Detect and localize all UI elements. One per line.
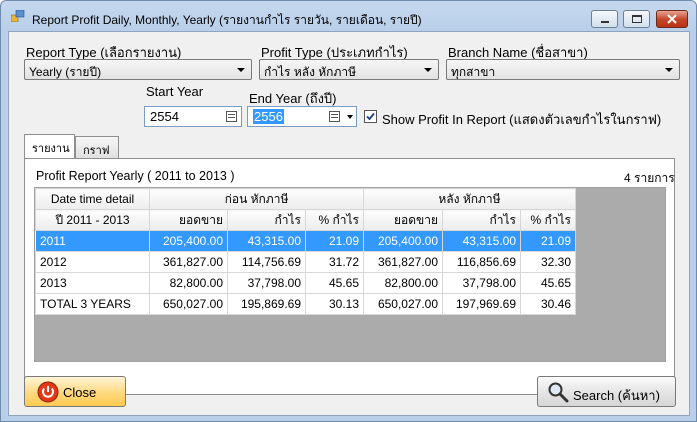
chevron-down-icon — [424, 68, 432, 72]
search-button[interactable]: Search (ค้นหา) — [537, 376, 676, 407]
show-profit-checkbox[interactable] — [364, 110, 377, 123]
tab-graph[interactable]: กราฟ — [75, 136, 119, 158]
table-cell[interactable]: 2012 — [35, 251, 150, 273]
end-year-value: 2556 — [253, 109, 284, 124]
table-cell[interactable]: 43,315.00 — [227, 230, 306, 252]
close-window-button[interactable] — [656, 10, 688, 28]
start-year-value: 2554 — [150, 109, 179, 124]
calendar-icon[interactable] — [226, 111, 237, 122]
chevron-down-icon — [237, 68, 245, 72]
table-row-total[interactable]: TOTAL 3 YEARS 650,027.00 195,869.69 30.1… — [35, 293, 576, 315]
close-button-label: Close — [63, 385, 97, 400]
maximize-button[interactable] — [623, 10, 650, 28]
table-cell[interactable]: 82,800.00 — [363, 272, 443, 294]
start-year-label: Start Year — [146, 84, 204, 99]
end-year-picker[interactable]: 2556 — [247, 106, 357, 127]
minimize-icon — [601, 21, 609, 23]
table-cell[interactable]: 45.65 — [520, 272, 576, 294]
group-header-before-tax: ก่อน หักภาษี — [149, 188, 364, 210]
table-cell[interactable]: 205,400.00 — [149, 230, 228, 252]
group-header-date: Date time detail — [35, 188, 150, 210]
table-cell[interactable]: 30.13 — [305, 293, 364, 315]
chevron-down-icon[interactable] — [347, 115, 353, 119]
column-header[interactable]: กำไร — [442, 209, 521, 231]
branch-name-value: ทุกสาขา — [451, 65, 496, 79]
table-cell[interactable]: 195,869.69 — [227, 293, 306, 315]
start-year-picker[interactable]: 2554 — [144, 106, 242, 127]
table-cell[interactable]: 43,315.00 — [442, 230, 521, 252]
group-header-row: Date time detail ก่อน หักภาษี หลัง หักภา… — [35, 188, 576, 210]
table-cell[interactable]: TOTAL 3 YEARS — [35, 293, 150, 315]
close-button[interactable]: Close — [24, 376, 126, 407]
table-cell[interactable]: 114,756.69 — [227, 251, 306, 273]
table-cell[interactable]: 21.09 — [305, 230, 364, 252]
report-type-combo[interactable]: Yearly (รายปี) — [24, 59, 252, 80]
table-row[interactable]: 2013 82,800.00 37,798.00 45.65 82,800.00… — [35, 272, 576, 294]
table-cell[interactable]: 37,798.00 — [227, 272, 306, 294]
table-cell[interactable]: 32.30 — [520, 251, 576, 273]
tab-report[interactable]: รายงาน — [24, 134, 75, 158]
report-heading: Profit Report Yearly ( 2011 to 2013 ) — [36, 169, 235, 183]
column-header[interactable]: % กำไร — [305, 209, 364, 231]
profit-grid[interactable]: Date time detail ก่อน หักภาษี หลัง หักภา… — [34, 187, 666, 362]
power-icon — [37, 381, 59, 403]
minimize-button[interactable] — [591, 10, 618, 28]
title-bar[interactable]: Report Profit Daily, Monthly, Yearly (รา… — [1, 1, 696, 31]
search-icon — [548, 382, 569, 403]
tab-graph-label: กราฟ — [83, 145, 110, 157]
report-window: Report Profit Daily, Monthly, Yearly (รา… — [0, 0, 697, 422]
column-header[interactable]: ยอดขาย — [363, 209, 443, 231]
calendar-icon[interactable] — [329, 111, 340, 122]
table-row[interactable]: 2012 361,827.00 114,756.69 31.72 361,827… — [35, 251, 576, 273]
profit-type-value: กำไร หลัง หักภาษี — [264, 65, 357, 79]
column-header[interactable]: กำไร — [227, 209, 306, 231]
column-header-row: ปี 2011 - 2013 ยอดขาย กำไร % กำไร ยอดขาย… — [35, 209, 576, 231]
table-cell[interactable]: 361,827.00 — [149, 251, 228, 273]
table-cell[interactable]: 197,969.69 — [442, 293, 521, 315]
chevron-down-icon — [665, 68, 673, 72]
table-cell[interactable]: 650,027.00 — [149, 293, 228, 315]
table-cell[interactable]: 205,400.00 — [363, 230, 443, 252]
table-cell[interactable]: 361,827.00 — [363, 251, 443, 273]
table-cell[interactable]: 82,800.00 — [149, 272, 228, 294]
profit-table: Date time detail ก่อน หักภาษี หลัง หักภา… — [35, 188, 576, 315]
table-cell[interactable]: 30.46 — [520, 293, 576, 315]
group-header-after-tax: หลัง หักภาษี — [363, 188, 576, 210]
column-header[interactable]: ยอดขาย — [149, 209, 228, 231]
record-count: 4 รายการ — [624, 171, 675, 185]
table-cell[interactable]: 21.09 — [520, 230, 576, 252]
checkmark-icon — [366, 112, 375, 121]
window-title: Report Profit Daily, Monthly, Yearly (รา… — [32, 13, 422, 27]
app-icon — [11, 10, 25, 22]
table-row[interactable]: 2011 205,400.00 43,315.00 21.09 205,400.… — [35, 230, 576, 252]
column-header[interactable]: % กำไร — [520, 209, 576, 231]
branch-name-combo[interactable]: ทุกสาขา — [446, 59, 680, 80]
maximize-icon — [632, 15, 642, 23]
report-type-value: Yearly (รายปี) — [29, 65, 102, 79]
table-cell[interactable]: 116,856.69 — [442, 251, 521, 273]
table-cell[interactable]: 45.65 — [305, 272, 364, 294]
column-header[interactable]: ปี 2011 - 2013 — [35, 209, 150, 231]
profit-type-combo[interactable]: กำไร หลัง หักภาษี — [259, 59, 439, 80]
show-profit-label[interactable]: Show Profit In Report (แสดงตัวเลขกำไรในก… — [382, 109, 661, 130]
table-cell[interactable]: 2011 — [35, 230, 150, 252]
close-icon — [667, 14, 677, 24]
tab-report-label: รายงาน — [32, 143, 70, 155]
table-cell[interactable]: 31.72 — [305, 251, 364, 273]
table-cell[interactable]: 2013 — [35, 272, 150, 294]
table-cell[interactable]: 37,798.00 — [442, 272, 521, 294]
search-button-label: Search (ค้นหา) — [573, 388, 660, 403]
table-cell[interactable]: 650,027.00 — [363, 293, 443, 315]
